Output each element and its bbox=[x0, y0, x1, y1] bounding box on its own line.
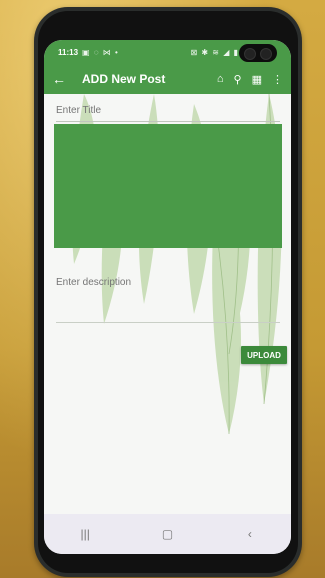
description-input[interactable] bbox=[56, 268, 280, 296]
form-content: UPLOAD bbox=[44, 94, 291, 514]
back-nav-icon[interactable]: ‹ bbox=[230, 527, 270, 541]
search-icon[interactable]: ⚲ bbox=[234, 73, 242, 86]
status-time: 11:13 bbox=[58, 47, 79, 57]
home-button-icon[interactable]: ▢ bbox=[147, 527, 187, 541]
dashboard-icon[interactable]: ▦ bbox=[252, 73, 262, 86]
more-vert-icon[interactable]: ⋮ bbox=[272, 73, 283, 86]
page-title: ADD New Post bbox=[82, 72, 166, 86]
app-bar-actions: ⌂ ⚲ ▦ ⋮ bbox=[217, 73, 283, 86]
system-nav-bar: ||| ▢ ‹ bbox=[44, 514, 291, 554]
arrow-back-icon[interactable]: ← bbox=[44, 71, 74, 87]
front-camera bbox=[239, 44, 277, 62]
home-icon[interactable]: ⌂ bbox=[217, 73, 224, 85]
upload-button[interactable]: UPLOAD bbox=[241, 346, 287, 364]
status-right-icons: ⊠ ✱ ≋ ◢ ▮ bbox=[190, 47, 239, 57]
app-bar: ← ADD New Post ⌂ ⚲ ▦ ⋮ bbox=[44, 64, 291, 94]
image-preview[interactable] bbox=[54, 124, 282, 248]
status-left-icons: ▣ ◌ ⋈ • bbox=[82, 47, 119, 57]
phone-screen: 11:13 ▣ ◌ ⋈ • ⊠ ✱ ≋ ◢ ▮ ← ADD New Post ⌂… bbox=[44, 40, 291, 554]
recent-apps-icon[interactable]: ||| bbox=[65, 527, 105, 541]
title-input[interactable] bbox=[56, 100, 280, 122]
description-underline bbox=[56, 322, 280, 323]
